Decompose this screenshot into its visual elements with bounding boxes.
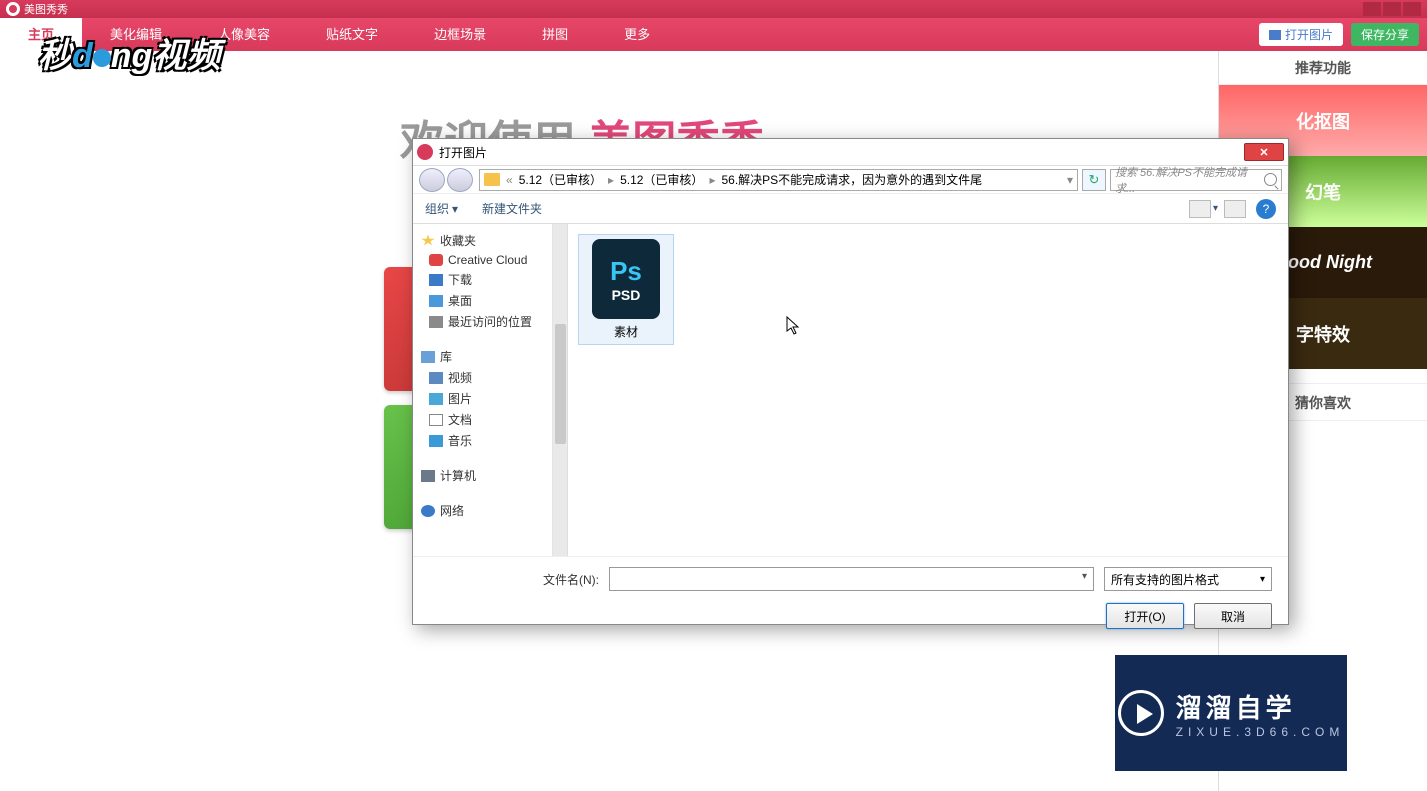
tree-pictures[interactable]: 图片 xyxy=(413,388,552,409)
chevron-down-icon: ▾ xyxy=(1260,574,1265,585)
library-icon xyxy=(421,351,435,363)
computer-icon xyxy=(421,470,435,482)
nav-tab-collage[interactable]: 拼图 xyxy=(514,18,596,51)
cancel-button[interactable]: 取消 xyxy=(1194,603,1272,629)
dialog-title: 打开图片 xyxy=(439,144,487,161)
filename-label: 文件名(N): xyxy=(543,571,599,588)
folder-tree: 收藏夹 Creative Cloud 下载 桌面 最近访问的位置 库 视频 图片… xyxy=(413,224,553,556)
network-icon xyxy=(421,505,435,517)
star-icon xyxy=(421,235,435,247)
dialog-bottom: 文件名(N): ▾ 所有支持的图片格式 ▾ 打开(O) 取消 xyxy=(413,556,1288,639)
image-icon xyxy=(1269,30,1281,40)
tree-downloads[interactable]: 下载 xyxy=(413,269,552,290)
brand-watermark: 溜溜自学 ZIXUE.3D66.COM xyxy=(1115,655,1347,771)
search-icon xyxy=(1264,173,1277,186)
tree-network[interactable]: 网络 xyxy=(413,500,552,521)
dialog-toolbar: 组织 ▾ 新建文件夹 ▾ ? xyxy=(413,194,1288,224)
search-placeholder: 搜索 56.解决PS不能完成请求... xyxy=(1115,164,1264,196)
nav-tab-more[interactable]: 更多 xyxy=(596,18,678,51)
dialog-body: 收藏夹 Creative Cloud 下载 桌面 最近访问的位置 库 视频 图片… xyxy=(413,224,1288,556)
tree-libraries[interactable]: 库 xyxy=(413,346,552,367)
dialog-title-bar: 打开图片 ✕ xyxy=(413,139,1288,166)
chevron-down-icon: ▾ xyxy=(452,202,458,216)
brand-cn: 溜溜自学 xyxy=(1176,688,1345,725)
organize-menu[interactable]: 组织 ▾ xyxy=(425,200,458,217)
music-icon xyxy=(429,435,443,447)
scrollbar-thumb[interactable] xyxy=(555,324,566,444)
chevron-icon: « xyxy=(506,173,513,187)
folder-icon xyxy=(484,173,500,186)
search-input[interactable]: 搜索 56.解决PS不能完成请求... xyxy=(1110,169,1282,191)
open-button[interactable]: 打开(O) xyxy=(1106,603,1184,629)
forward-button[interactable] xyxy=(447,168,473,192)
save-share-label: 保存分享 xyxy=(1361,26,1409,43)
tree-videos[interactable]: 视频 xyxy=(413,367,552,388)
recent-icon xyxy=(429,316,443,328)
cc-icon xyxy=(429,254,443,266)
video-icon xyxy=(429,372,443,384)
chevron-right-icon: ▸ xyxy=(608,173,614,187)
filename-input[interactable]: ▾ xyxy=(609,567,1094,591)
watermark-logo: 秒dng视频 xyxy=(38,28,220,77)
tree-music[interactable]: 音乐 xyxy=(413,430,552,451)
app-icon xyxy=(6,2,20,16)
nav-tab-sticker[interactable]: 贴纸文字 xyxy=(298,18,406,51)
open-image-button[interactable]: 打开图片 xyxy=(1259,23,1343,46)
nav-back-forward xyxy=(419,168,475,192)
document-icon xyxy=(429,414,443,426)
nav-tab-frame[interactable]: 边框场景 xyxy=(406,18,514,51)
save-share-button[interactable]: 保存分享 xyxy=(1351,23,1419,46)
file-item-psd[interactable]: Ps PSD 素材 xyxy=(578,234,674,345)
file-list[interactable]: Ps PSD 素材 xyxy=(568,224,1288,556)
picture-icon xyxy=(429,393,443,405)
app-title-bar: 美图秀秀 xyxy=(0,0,1427,18)
download-icon xyxy=(429,274,443,286)
breadcrumb-seg-3[interactable]: 56.解决PS不能完成请求，因为意外的遇到文件尾 xyxy=(721,171,982,188)
play-dot-icon xyxy=(93,49,111,67)
dialog-app-icon xyxy=(417,144,433,160)
new-folder-button[interactable]: 新建文件夹 xyxy=(482,200,542,217)
dialog-path-row: « 5.12（已审核） ▸ 5.12（已审核） ▸ 56.解决PS不能完成请求，… xyxy=(413,166,1288,194)
window-close-button[interactable] xyxy=(1403,2,1421,16)
tree-desktop[interactable]: 桌面 xyxy=(413,290,552,311)
tree-scrollbar[interactable] xyxy=(553,224,568,556)
tree-documents[interactable]: 文档 xyxy=(413,409,552,430)
sidebar-head-recommend: 推荐功能 xyxy=(1219,51,1427,85)
tree-computer[interactable]: 计算机 xyxy=(413,465,552,486)
refresh-button[interactable]: ↻ xyxy=(1082,169,1106,191)
play-icon xyxy=(1118,690,1164,736)
mouse-cursor-icon xyxy=(786,316,800,336)
desktop-icon xyxy=(429,295,443,307)
open-file-dialog: 打开图片 ✕ « 5.12（已审核） ▸ 5.12（已审核） ▸ 56.解决PS… xyxy=(412,138,1289,625)
view-mode-button[interactable] xyxy=(1189,200,1211,218)
file-type-combo[interactable]: 所有支持的图片格式 ▾ xyxy=(1104,567,1272,591)
chevron-down-icon[interactable]: ▾ xyxy=(1213,203,1218,214)
help-button[interactable]: ? xyxy=(1256,199,1276,219)
tree-favorites[interactable]: 收藏夹 xyxy=(413,230,552,251)
psd-file-icon: Ps PSD xyxy=(592,239,660,319)
breadcrumb[interactable]: « 5.12（已审核） ▸ 5.12（已审核） ▸ 56.解决PS不能完成请求，… xyxy=(479,169,1078,191)
open-image-label: 打开图片 xyxy=(1285,26,1333,43)
tree-creative-cloud[interactable]: Creative Cloud xyxy=(413,251,552,269)
window-min-button[interactable] xyxy=(1363,2,1381,16)
tree-recent[interactable]: 最近访问的位置 xyxy=(413,311,552,332)
preview-pane-button[interactable] xyxy=(1224,200,1246,218)
breadcrumb-seg-2[interactable]: 5.12（已审核） xyxy=(620,171,703,188)
chevron-down-icon[interactable]: ▾ xyxy=(1082,571,1087,582)
chevron-down-icon[interactable]: ▾ xyxy=(1067,173,1073,187)
brand-en: ZIXUE.3D66.COM xyxy=(1176,725,1345,739)
chevron-right-icon: ▸ xyxy=(709,173,715,187)
dialog-close-button[interactable]: ✕ xyxy=(1244,143,1284,161)
file-name: 素材 xyxy=(583,323,669,340)
breadcrumb-seg-1[interactable]: 5.12（已审核） xyxy=(519,171,602,188)
app-title: 美图秀秀 xyxy=(24,1,68,17)
window-max-button[interactable] xyxy=(1383,2,1401,16)
back-button[interactable] xyxy=(419,168,445,192)
